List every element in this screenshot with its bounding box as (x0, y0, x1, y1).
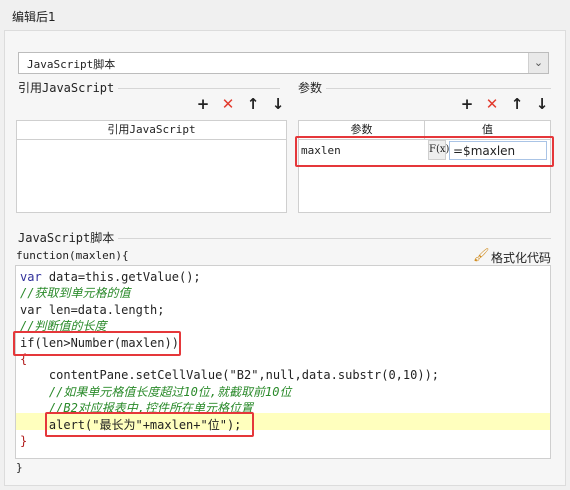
code-line: var len=data.length; (20, 302, 165, 317)
script-type-value: JavaScript脚本 (27, 58, 116, 71)
chevron-down-icon[interactable]: ⌄ (528, 53, 548, 73)
arrow-down-icon[interactable]: ↓ (534, 96, 550, 112)
plus-icon[interactable]: + (195, 96, 211, 112)
params-group-label: 参数 (298, 79, 327, 96)
code-line: var data=this.getValue(); (20, 270, 201, 284)
code-line: //如果单元格值长度超过10位,就截取前10位 (20, 384, 292, 399)
ref-js-column-header: 引用JavaScript (16, 120, 287, 140)
script-type-select[interactable]: JavaScript脚本 ⌄ (18, 52, 549, 74)
function-signature: function(maxlen){ (16, 249, 129, 262)
highlight-box (13, 331, 181, 356)
highlight-box (295, 136, 554, 167)
ref-js-group-label: 引用JavaScript (18, 79, 119, 96)
code-line: //获取到单元格的值 (20, 286, 131, 301)
highlight-box (45, 412, 254, 437)
code-line: contentPane.setCellValue("B2",null,data.… (20, 368, 440, 383)
code-line: } (20, 434, 28, 448)
arrow-up-icon[interactable]: ↑ (509, 96, 525, 112)
arrow-up-icon[interactable]: ↑ (245, 96, 261, 112)
arrow-down-icon[interactable]: ↓ (270, 96, 286, 112)
delete-icon[interactable]: ✕ (220, 96, 236, 112)
script-group-label: JavaScript脚本 (18, 229, 119, 246)
plus-icon[interactable]: + (459, 96, 475, 112)
function-closing-brace: } (16, 461, 23, 474)
format-code-label: 格式化代码 (491, 251, 552, 265)
brush-icon: 🖌 (473, 248, 490, 263)
window-title: 编辑后1 (12, 10, 56, 24)
delete-icon[interactable]: ✕ (484, 96, 500, 112)
group-divider (298, 88, 551, 89)
